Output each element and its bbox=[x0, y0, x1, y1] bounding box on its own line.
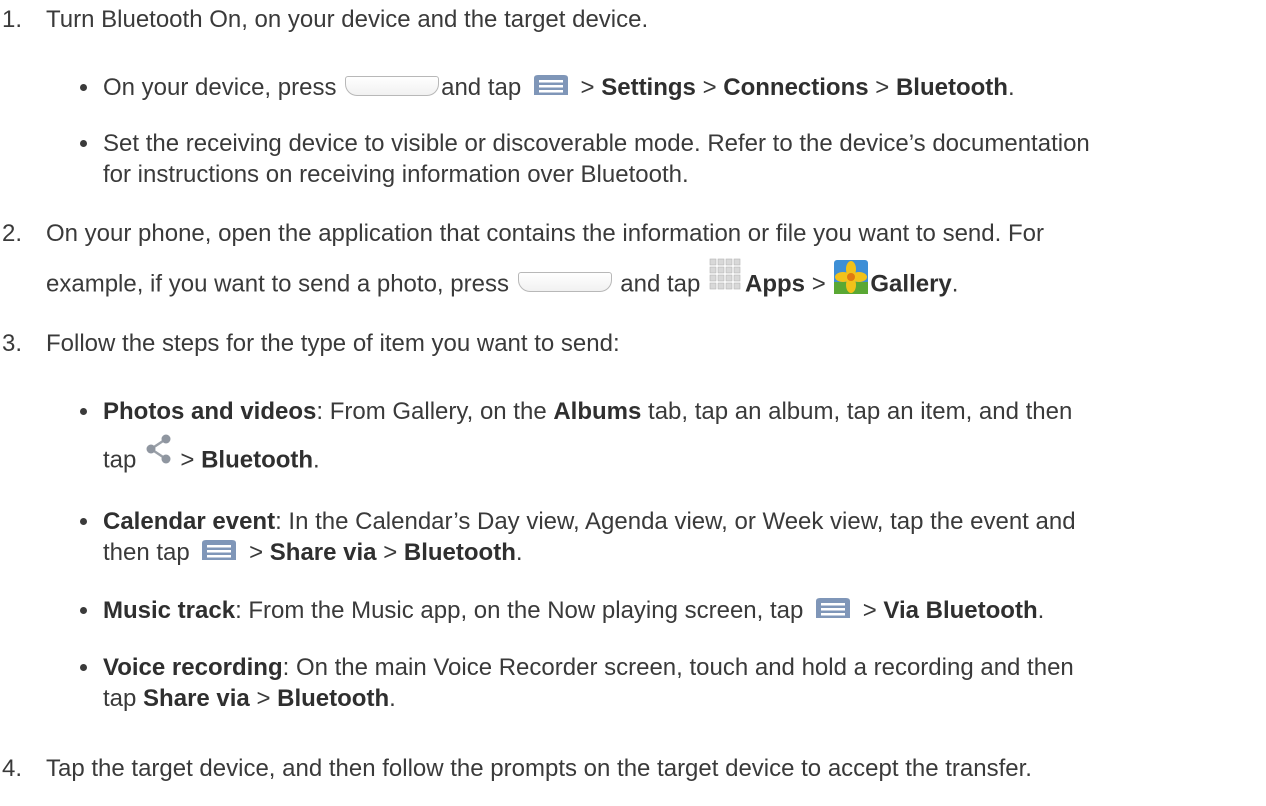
photos-bullet-line-2: tap > Bluetooth. bbox=[103, 434, 320, 474]
voice-bullet-line-2: tap Share via > Bluetooth. bbox=[103, 685, 396, 712]
step-2-line-1: On your phone, open the application that… bbox=[46, 220, 1044, 247]
step-number-4: 4. bbox=[2, 755, 23, 782]
music-bullet: Music track: From the Music app, on the … bbox=[103, 597, 1045, 624]
bullet-dot bbox=[80, 607, 87, 614]
bullet-dot bbox=[80, 518, 87, 525]
bullet-dot bbox=[80, 84, 87, 91]
step-1-bullet-2-line-2: for instructions on receiving informatio… bbox=[103, 161, 689, 188]
gallery-icon bbox=[834, 260, 869, 294]
voice-bullet-line-1: Voice recording: On the main Voice Recor… bbox=[103, 654, 1074, 681]
calendar-bullet-line-1: Calendar event: In the Calendar’s Day vi… bbox=[103, 508, 1076, 535]
bullet-dot bbox=[80, 140, 87, 147]
home-key-icon bbox=[345, 75, 440, 96]
bullet-dot bbox=[80, 664, 87, 671]
step-2-line-2: example, if you want to send a photo, pr… bbox=[46, 258, 958, 297]
step-number-2: 2. bbox=[2, 220, 23, 247]
bullet-dot bbox=[80, 408, 87, 415]
step-1-text: Turn Bluetooth On, on your device and th… bbox=[46, 6, 649, 33]
step-number-3: 3. bbox=[2, 330, 23, 357]
menu-icon bbox=[814, 597, 852, 619]
calendar-bullet-line-2: then tap > Share via > Bluetooth. bbox=[103, 539, 523, 566]
home-key-icon bbox=[517, 272, 612, 292]
step-number-1: 1. bbox=[2, 6, 23, 33]
photos-bullet-line-1: Photos and videos: From Gallery, on the … bbox=[103, 398, 1073, 425]
step-1-bullet-2-line-1: Set the receiving device to visible or d… bbox=[103, 130, 1090, 157]
step-3-text: Follow the steps for the type of item yo… bbox=[46, 330, 620, 357]
menu-icon bbox=[200, 539, 238, 561]
menu-icon bbox=[532, 74, 570, 96]
apps-grid-icon bbox=[709, 258, 743, 292]
step-1-bullet-1: On your device, press and tap > Settings… bbox=[103, 74, 1015, 101]
step-4-text: Tap the target device, and then follow t… bbox=[46, 755, 1032, 782]
share-icon bbox=[144, 434, 174, 464]
